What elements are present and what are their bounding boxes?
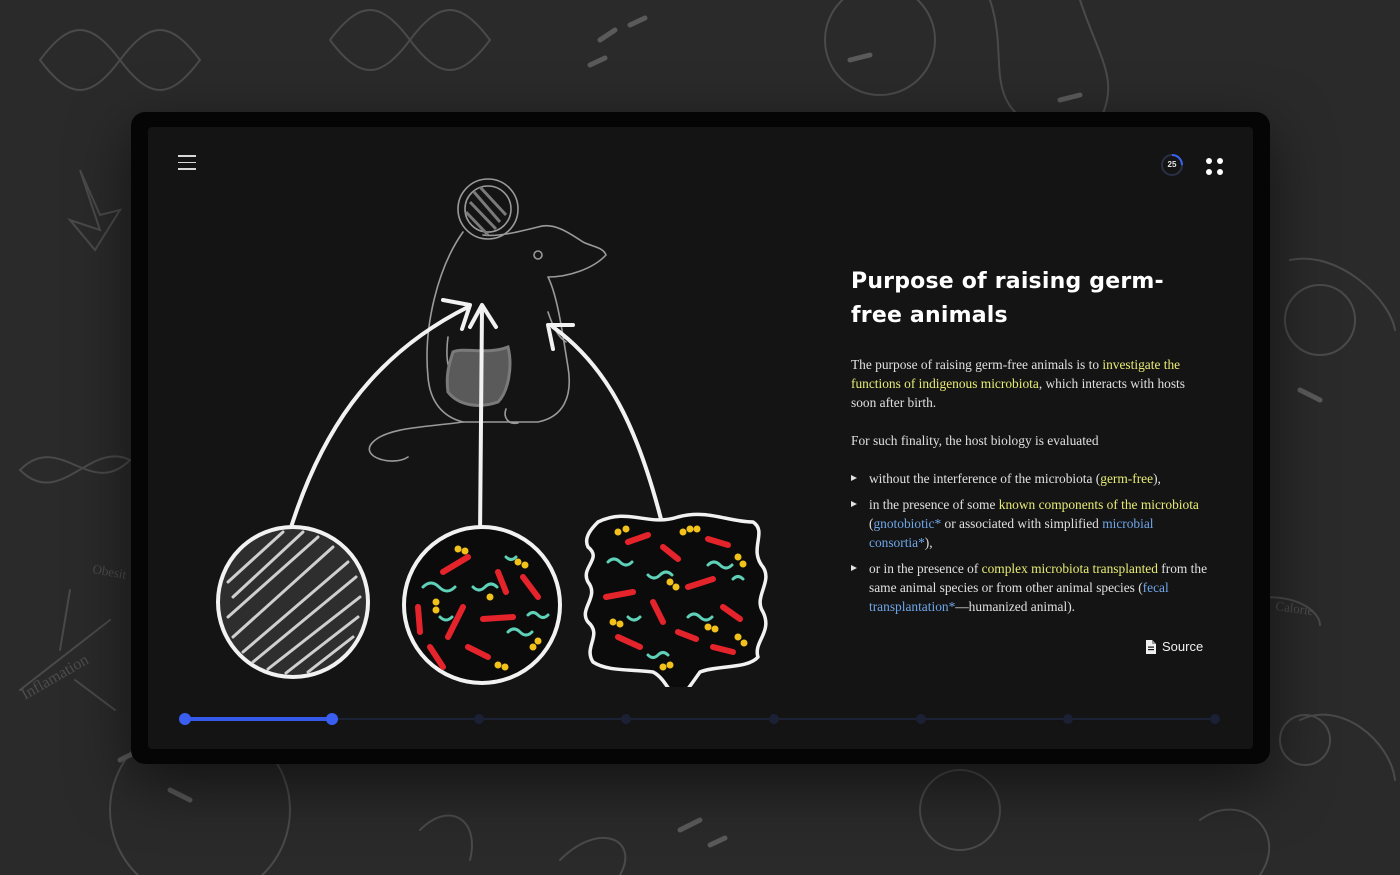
timeline-step-1[interactable] [179, 713, 191, 725]
finality-paragraph: For such finality, the host biology is e… [851, 433, 1099, 448]
gnotobiotic-circle [402, 525, 562, 685]
menu-icon[interactable] [178, 155, 196, 173]
germ-free-circle [216, 525, 370, 679]
svg-text:Inflamation: Inflamation [19, 651, 92, 703]
timeline-step-2[interactable] [326, 713, 339, 725]
germ-free-mouse-illustration [216, 178, 768, 687]
svg-text:Calorie: Calorie [1275, 598, 1315, 618]
list-item: in the presence of some known components… [851, 495, 1211, 552]
source-label: Source [1162, 639, 1204, 654]
progress-indicator: 25 [1160, 153, 1184, 177]
bullet-text: in the presence of some [869, 497, 999, 512]
timeline-step-7[interactable] [1062, 714, 1073, 724]
term-known-components: known components of the microbiota [998, 497, 1199, 512]
timeline-progress [185, 717, 333, 721]
timeline-track [185, 718, 1215, 720]
svg-text:Obesit: Obesit [91, 561, 127, 582]
timeline-step-6[interactable] [915, 714, 926, 724]
timeline-step-8[interactable] [1210, 714, 1220, 724]
device-frame: 25 Purpose of raising germ-free animals … [131, 112, 1270, 764]
timeline-step-5[interactable] [768, 714, 779, 724]
timeline-step-3[interactable] [474, 714, 485, 724]
bullet-text: or in the presence of [869, 561, 982, 576]
grid-dots-icon[interactable] [1206, 158, 1223, 175]
term-complex-microbiota: complex microbiota transplanted [981, 561, 1158, 576]
slide-content: Purpose of raising germ-free animals The… [851, 265, 1211, 623]
term-germ-free: germ-free [1100, 471, 1154, 486]
bullet-triangle-icon [851, 565, 857, 571]
document-icon [1146, 639, 1156, 654]
complex-microbiota-shape [583, 512, 768, 687]
bullet-text-end: ), [1153, 471, 1161, 486]
intro-text: The purpose of raising germ-free animals… [851, 357, 1103, 372]
slide-timeline [179, 712, 1220, 726]
glossary-link-gnotobiotic[interactable]: gnotobiotic* [873, 516, 941, 531]
timeline-step-4[interactable] [621, 714, 632, 724]
intro-paragraph: The purpose of raising germ-free animals… [851, 355, 1211, 412]
bullet-text-mid2: or associated with simplified [941, 516, 1103, 531]
bullet-list: without the interference of the microbio… [851, 469, 1211, 616]
bullet-text-end: —humanized animal). [955, 599, 1076, 614]
bullet-text: without the interference of the microbio… [869, 471, 1101, 486]
bullet-triangle-icon [851, 501, 857, 507]
slide-screen: 25 Purpose of raising germ-free animals … [148, 127, 1253, 749]
source-button[interactable]: Source [1145, 639, 1203, 654]
bullet-triangle-icon [851, 475, 857, 481]
list-item: without the interference of the microbio… [851, 469, 1211, 488]
progress-value: 25 [1167, 160, 1177, 169]
list-item: or in the presence of complex microbiota… [851, 559, 1211, 616]
bullet-text-end: ), [924, 535, 933, 550]
slide-title: Purpose of raising germ-free animals [851, 269, 1164, 328]
